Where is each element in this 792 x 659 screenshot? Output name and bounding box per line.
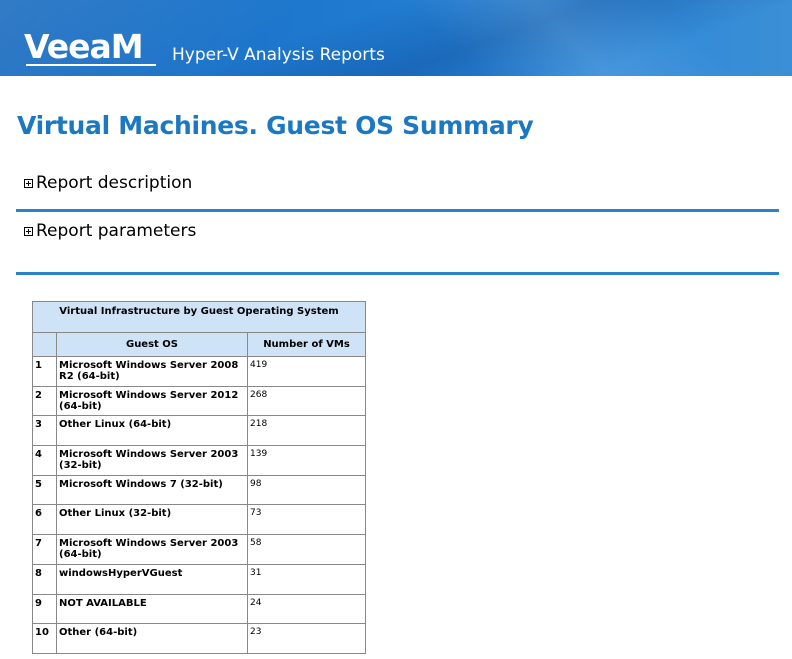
logo-underline: [26, 64, 156, 66]
table-row: 6 Other Linux (32-bit) 73: [32, 504, 366, 536]
section-divider: [16, 209, 779, 212]
report-description-toggle[interactable]: Report description: [24, 173, 192, 193]
row-index: 8: [32, 563, 57, 595]
row-index: 7: [32, 534, 57, 565]
column-header-guest-os: Guest OS: [56, 332, 248, 357]
row-index: 10: [32, 623, 57, 654]
guest-os-table: Virtual Infrastructure by Guest Operatin…: [32, 301, 366, 654]
row-guest-os: Other Linux (64-bit): [56, 415, 248, 447]
row-vm-count: 419: [247, 356, 366, 387]
row-guest-os: Other Linux (32-bit): [56, 504, 248, 536]
section-divider: [16, 272, 779, 275]
row-guest-os: Microsoft Windows Server 2003 (32-bit): [56, 445, 248, 476]
row-vm-count: 218: [247, 415, 366, 447]
table-body: 1 Microsoft Windows Server 2008 R2 (64-bi…: [32, 356, 366, 654]
veeam-logo: VeeaM: [24, 27, 144, 66]
row-index: 9: [32, 593, 57, 625]
row-index: 6: [32, 504, 57, 536]
table-row: 1 Microsoft Windows Server 2008 R2 (64-bi…: [32, 356, 366, 387]
header-banner: VeeaM Hyper-V Analysis Reports: [0, 0, 792, 76]
row-guest-os: Microsoft Windows Server 2003 (64-bit): [56, 534, 248, 565]
report-parameters-label: Report parameters: [36, 221, 197, 241]
row-guest-os: Other (64-bit): [56, 623, 248, 654]
page-title: Virtual Machines. Guest OS Summary: [17, 111, 534, 140]
report-parameters-toggle[interactable]: Report parameters: [24, 221, 196, 241]
table-row: 9 NOT AVAILABLE 24: [32, 593, 366, 625]
row-vm-count: 31: [247, 563, 366, 595]
row-index: 5: [32, 474, 57, 506]
column-header-index: [32, 332, 57, 357]
row-index: 1: [32, 356, 57, 387]
report-description-label: Report description: [36, 173, 193, 193]
table-row: 5 Microsoft Windows 7 (32-bit) 98: [32, 474, 366, 506]
table-row: 10 Other (64-bit) 23: [32, 623, 366, 654]
table-row: 7 Microsoft Windows Server 2003 (64-bit) 5…: [32, 534, 366, 565]
expand-plus-icon: [24, 178, 33, 188]
row-index: 3: [32, 415, 57, 447]
row-vm-count: 23: [247, 623, 366, 654]
table-row: 8 windowsHyperVGuest 31: [32, 563, 366, 595]
row-vm-count: 24: [247, 593, 366, 625]
expand-plus-icon: [24, 226, 33, 236]
table-caption: Virtual Infrastructure by Guest Operatin…: [32, 301, 366, 333]
row-index: 4: [32, 445, 57, 476]
row-guest-os: Microsoft Windows Server 2012 (64-bit): [56, 385, 248, 417]
row-vm-count: 139: [247, 445, 366, 476]
table-row: 4 Microsoft Windows Server 2003 (32-bit) 1…: [32, 445, 366, 476]
row-guest-os: Microsoft Windows 7 (32-bit): [56, 474, 248, 506]
row-vm-count: 98: [247, 474, 366, 506]
table-row: 2 Microsoft Windows Server 2012 (64-bit) 2…: [32, 385, 366, 417]
app-title: Hyper-V Analysis Reports: [172, 45, 385, 65]
table-row: 3 Other Linux (64-bit) 218: [32, 415, 366, 447]
row-guest-os: NOT AVAILABLE: [56, 593, 248, 625]
row-vm-count: 58: [247, 534, 366, 565]
row-index: 2: [32, 385, 57, 417]
row-vm-count: 268: [247, 385, 366, 417]
row-guest-os: Microsoft Windows Server 2008 R2 (64-bit…: [56, 356, 248, 387]
row-guest-os: windowsHyperVGuest: [56, 563, 248, 595]
row-vm-count: 73: [247, 504, 366, 536]
column-header-vm-count: Number of VMs: [247, 332, 366, 357]
